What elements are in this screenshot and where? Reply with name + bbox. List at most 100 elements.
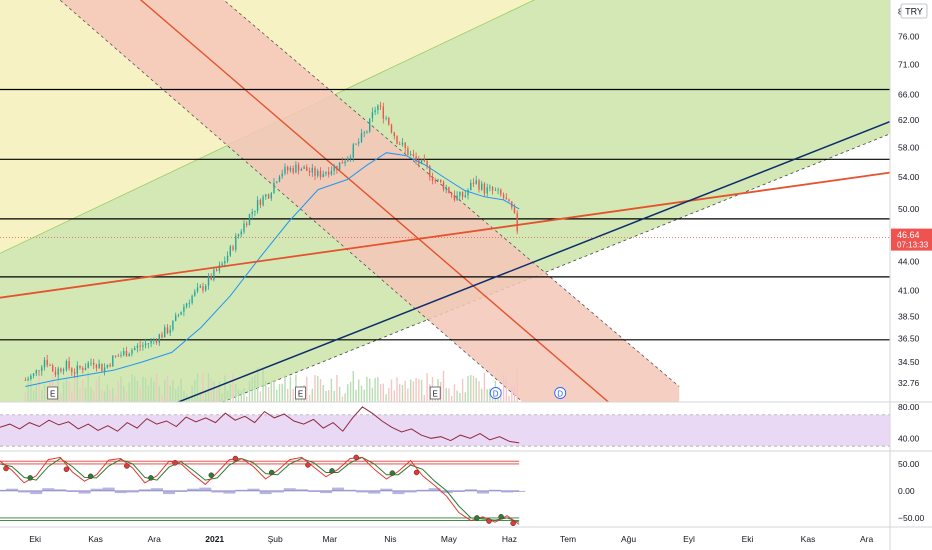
candle-body[interactable] (71, 368, 73, 373)
candle-body[interactable] (426, 161, 428, 166)
stoch-cross-dot[interactable] (87, 473, 94, 480)
candle-body[interactable] (103, 367, 106, 372)
candle-body[interactable] (166, 327, 169, 334)
candle-body[interactable] (46, 359, 48, 366)
candle-body[interactable] (164, 327, 166, 338)
candle-body[interactable] (259, 199, 262, 206)
candle-body[interactable] (128, 353, 130, 357)
candle-body[interactable] (98, 363, 100, 368)
stoch-cross-dot[interactable] (486, 518, 492, 524)
candle-body[interactable] (401, 142, 404, 145)
candle-body[interactable] (415, 156, 417, 161)
candle-body[interactable] (284, 166, 286, 174)
candle-body[interactable] (481, 183, 483, 190)
candle-body[interactable] (84, 368, 87, 371)
stoch-cross-dot[interactable] (27, 475, 33, 481)
stoch-cross-dot[interactable] (232, 455, 239, 462)
stoch-cross-dot[interactable] (124, 463, 130, 469)
candle-body[interactable] (445, 187, 447, 190)
candle-body[interactable] (360, 133, 363, 142)
candle-body[interactable] (311, 167, 313, 173)
candle-body[interactable] (256, 199, 259, 211)
candle-body[interactable] (289, 168, 292, 171)
candle-body[interactable] (314, 167, 316, 176)
candle-body[interactable] (508, 199, 510, 202)
candle-body[interactable] (399, 144, 401, 145)
candle-body[interactable] (431, 176, 434, 181)
candle-body[interactable] (366, 131, 368, 133)
candle-body[interactable] (475, 180, 477, 184)
candle-body[interactable] (317, 171, 319, 176)
candle-body[interactable] (295, 164, 297, 173)
candle-body[interactable] (194, 291, 196, 296)
candle-body[interactable] (278, 176, 281, 182)
candle-body[interactable] (382, 106, 384, 119)
candle-body[interactable] (41, 367, 43, 371)
candle-body[interactable] (95, 364, 98, 368)
candle-body[interactable] (57, 368, 59, 375)
candle-body[interactable] (388, 118, 390, 125)
stoch-cross-dot[interactable] (498, 514, 504, 520)
candle-body[interactable] (175, 315, 177, 321)
candle-body[interactable] (120, 355, 122, 356)
candle-body[interactable] (180, 311, 182, 315)
candle-body[interactable] (500, 189, 502, 195)
candle-body[interactable] (196, 287, 199, 292)
candle-body[interactable] (341, 162, 344, 164)
candle-body[interactable] (139, 345, 141, 347)
candle-body[interactable] (62, 369, 65, 371)
candle-body[interactable] (472, 182, 475, 184)
candle-body[interactable] (459, 191, 461, 196)
candle-body[interactable] (303, 166, 305, 169)
candle-body[interactable] (117, 355, 119, 357)
candle-body[interactable] (76, 365, 78, 374)
candle-body[interactable] (38, 370, 40, 372)
candle-body[interactable] (213, 269, 215, 280)
candle-body[interactable] (68, 361, 70, 369)
candle-body[interactable] (131, 349, 133, 354)
candle-body[interactable] (502, 194, 505, 198)
candle-body[interactable] (456, 195, 458, 200)
candle-body[interactable] (216, 269, 218, 271)
candle-body[interactable] (306, 166, 308, 171)
candle-body[interactable] (513, 207, 516, 214)
candle-body[interactable] (153, 339, 155, 341)
candle-body[interactable] (489, 186, 491, 188)
candle-body[interactable] (377, 105, 379, 111)
stoch-cross-dot[interactable] (172, 460, 178, 466)
stoch-cross-dot[interactable] (329, 468, 335, 474)
candle-body[interactable] (412, 154, 415, 157)
candle-body[interactable] (440, 179, 442, 182)
candle-body[interactable] (221, 263, 223, 266)
candle-body[interactable] (390, 124, 393, 133)
time-axis[interactable]: Eki Kas Ara 2021 Şub Mar Nis May Haz Tem Ağu Eyl Eki… (29, 534, 873, 544)
candle-body[interactable] (65, 361, 68, 370)
candle-body[interactable] (82, 368, 84, 371)
stoch-cross-dot[interactable] (268, 469, 275, 476)
candle-body[interactable] (207, 276, 210, 286)
candle-body[interactable] (371, 112, 374, 119)
candle-body[interactable] (49, 365, 51, 366)
candle-body[interactable] (144, 343, 147, 346)
candle-body[interactable] (478, 180, 480, 190)
candle-body[interactable] (43, 359, 46, 368)
candle-body[interactable] (35, 370, 37, 374)
candle-body[interactable] (106, 364, 109, 368)
candle-body[interactable] (101, 363, 103, 372)
candle-body[interactable] (169, 329, 171, 333)
candle-body[interactable] (210, 276, 212, 280)
candle-body[interactable] (79, 365, 81, 369)
candle-body[interactable] (300, 169, 303, 171)
candle-body[interactable] (494, 190, 497, 191)
candle-body[interactable] (114, 355, 117, 357)
candle-body[interactable] (453, 195, 456, 200)
candle-body[interactable] (142, 345, 144, 347)
candle-body[interactable] (347, 158, 349, 162)
candle-body[interactable] (319, 171, 322, 178)
candle-body[interactable] (87, 363, 89, 369)
candle-body[interactable] (90, 362, 92, 364)
candle-body[interactable] (491, 186, 494, 191)
candle-body[interactable] (54, 371, 57, 375)
candle-body[interactable] (136, 345, 139, 348)
candle-body[interactable] (363, 132, 365, 134)
